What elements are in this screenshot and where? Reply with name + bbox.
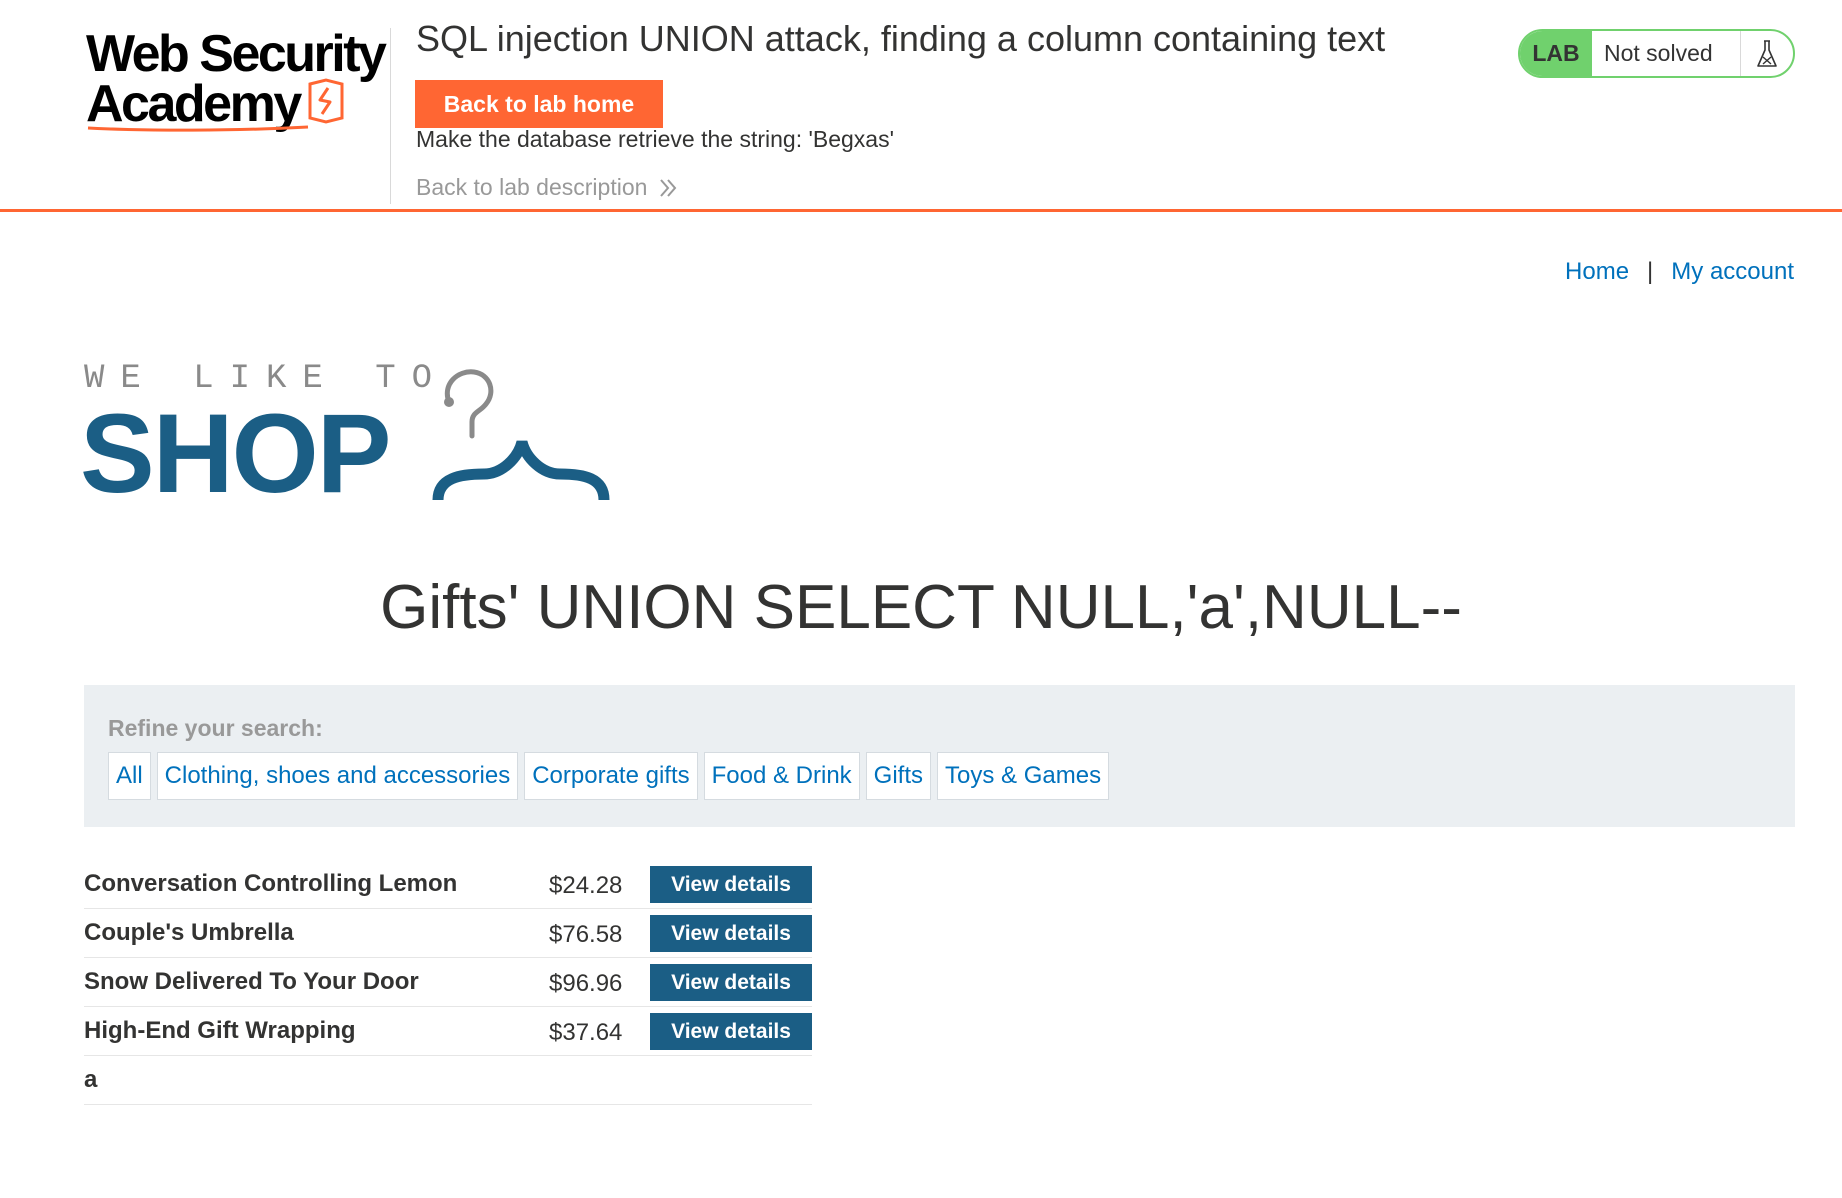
category-filter-list: All Clothing, shoes and accessories Corp…	[108, 752, 1110, 800]
product-name: Snow Delivered To Your Door	[84, 968, 419, 995]
view-details-button[interactable]: View details	[650, 866, 812, 903]
product-name: Couple's Umbrella	[84, 919, 294, 946]
product-price: $24.28	[549, 872, 623, 899]
lab-title: SQL injection UNION attack, finding a co…	[416, 18, 1386, 59]
view-details-button[interactable]: View details	[650, 1013, 812, 1050]
filter-corporate-gifts[interactable]: Corporate gifts	[524, 752, 698, 800]
header-divider	[390, 28, 391, 204]
filter-clothing[interactable]: Clothing, shoes and accessories	[156, 752, 519, 800]
web-security-academy-logo[interactable]: Web Security Academy	[86, 25, 387, 134]
shop-logo-word: SHOP	[80, 391, 391, 516]
table-row: Couple's Umbrella $76.58 View details	[84, 909, 812, 958]
table-row: Snow Delivered To Your Door $96.96 View …	[84, 958, 812, 1007]
product-table: Conversation Controlling Lemon $24.28 Vi…	[84, 860, 812, 1105]
table-row: Conversation Controlling Lemon $24.28 Vi…	[84, 860, 812, 909]
refine-search-label: Refine your search:	[108, 715, 323, 741]
product-price: $96.96	[549, 970, 623, 997]
flask-icon	[1740, 31, 1793, 76]
view-details-button[interactable]: View details	[650, 915, 812, 952]
lab-status-widget: LAB Not solved	[1518, 29, 1795, 78]
filter-all[interactable]: All	[108, 752, 151, 800]
double-chevron-right-icon	[660, 178, 677, 197]
product-name: a	[84, 1066, 98, 1093]
academy-mark-icon	[308, 78, 344, 124]
product-price: $37.64	[549, 1019, 623, 1046]
shop-logo: WE LIKE TO SHOP	[80, 360, 624, 510]
top-nav: Home | My account	[1565, 258, 1794, 286]
filter-gifts[interactable]: Gifts	[865, 752, 932, 800]
back-to-lab-description-label: Back to lab description	[416, 174, 648, 200]
table-row-injected: a	[84, 1056, 812, 1105]
lab-objective: Make the database retrieve the string: '…	[416, 126, 894, 152]
product-name: High-End Gift Wrapping	[84, 1017, 356, 1044]
lab-badge: LAB	[1520, 31, 1592, 76]
academy-header: Web Security Academy SQL injection UNION…	[0, 0, 1842, 212]
product-price: $76.58	[549, 921, 623, 948]
table-row: High-End Gift Wrapping $37.64 View detai…	[84, 1007, 812, 1056]
search-results-heading: Gifts' UNION SELECT NULL,'a',NULL--	[380, 573, 1462, 642]
home-link[interactable]: Home	[1565, 258, 1629, 286]
filter-toys-games[interactable]: Toys & Games	[937, 752, 1110, 800]
back-to-lab-description-link[interactable]: Back to lab description	[416, 174, 677, 201]
nav-separator: |	[1647, 258, 1654, 285]
lab-status-text: Not solved	[1604, 40, 1713, 66]
logo-underline-icon	[87, 125, 309, 132]
view-details-button[interactable]: View details	[650, 964, 812, 1001]
filter-panel: Refine your search: All Clothing, shoes …	[84, 685, 1795, 827]
filter-food-drink[interactable]: Food & Drink	[703, 752, 860, 800]
back-to-lab-home-button[interactable]: Back to lab home	[415, 80, 663, 128]
my-account-link[interactable]: My account	[1671, 258, 1794, 286]
hanger-icon	[432, 369, 610, 501]
logo-line-1: Web Security	[86, 25, 387, 83]
product-name: Conversation Controlling Lemon	[84, 870, 458, 897]
